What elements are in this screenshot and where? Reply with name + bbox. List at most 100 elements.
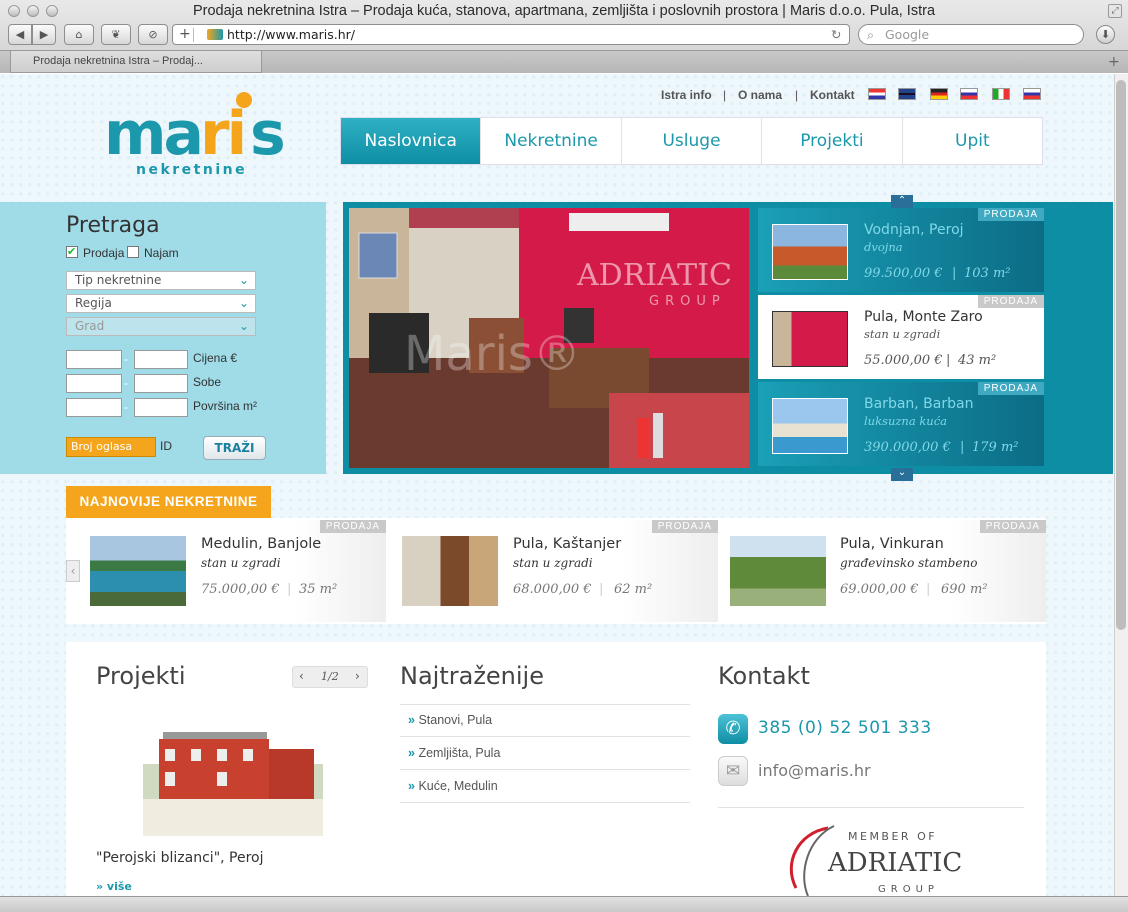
flag-de-icon[interactable]	[930, 88, 948, 100]
slider-item-selected[interactable]: PRODAJA Pula, Monte Zaro stan u zgradi 5…	[758, 295, 1044, 379]
search-button[interactable]: TRAŽI	[203, 436, 266, 460]
property-price: 75.000,00 €	[201, 582, 280, 597]
property-price: 390.000,00 €	[864, 440, 951, 455]
latest-listings-strip: ‹ › PRODAJA Medulin, Banjole stan u zgra…	[66, 518, 1046, 624]
price-separator: |	[926, 582, 931, 597]
property-title: Pula, Vinkuran	[840, 536, 944, 552]
latest-listing-item[interactable]: PRODAJA Pula, Vinkuran građevinsko stamb…	[726, 520, 1046, 622]
close-window-button[interactable]	[8, 5, 20, 17]
nav-nekretnine[interactable]: Nekretnine	[481, 118, 622, 164]
range-dash: -	[124, 376, 128, 390]
chevron-up-icon: ⌃	[897, 195, 907, 206]
rooms-label: Sobe	[193, 375, 222, 389]
slider-up-button[interactable]: ⌃	[891, 195, 913, 208]
featured-main-photo[interactable]: ADRIATIC GROUP Maris®	[349, 208, 749, 468]
contact-email[interactable]: info@maris.hr	[758, 761, 871, 780]
select-property-type[interactable]: Tip nekretnine ⌄	[66, 271, 256, 290]
url-text[interactable]: http://www.maris.hr/	[227, 25, 355, 44]
property-price: 69.000,00 €	[840, 582, 919, 597]
flag-si-icon[interactable]	[960, 88, 978, 100]
nav-usluge[interactable]: Usluge	[622, 118, 763, 164]
property-type: stan u zgradi	[201, 556, 281, 570]
minimize-window-button[interactable]	[27, 5, 39, 17]
tab-active[interactable]: Prodaja nekretnina Istra – Prodaj...	[10, 51, 262, 73]
bookmark-button[interactable]: ❦	[101, 24, 131, 45]
checkbox-prodaja-label: Prodaja	[83, 246, 125, 260]
property-area: 179 m²	[972, 440, 1019, 455]
slider-item[interactable]: PRODAJA Vodnjan, Peroj dvojna 99.500,00 …	[758, 208, 1044, 292]
select-region[interactable]: Regija ⌄	[66, 294, 256, 313]
rooms-max-input[interactable]	[134, 374, 188, 393]
property-type: dvojna	[864, 240, 903, 254]
property-type: građevinsko stambeno	[840, 556, 978, 570]
nav-projekti[interactable]: Projekti	[762, 118, 903, 164]
chevron-right-icon: »	[408, 713, 415, 727]
property-price: 68.000,00 €	[513, 582, 592, 597]
property-thumbnail	[402, 536, 498, 606]
chevron-right-icon: »	[408, 779, 415, 793]
sale-badge: PRODAJA	[977, 295, 1044, 308]
top-link-separator: |	[795, 88, 799, 102]
watermark-maris: Maris®	[404, 326, 581, 382]
latest-listing-item[interactable]: PRODAJA Medulin, Banjole stan u zgradi 7…	[86, 520, 386, 622]
svg-text:ma: ma	[104, 99, 201, 169]
property-type: stan u zgradi	[864, 327, 941, 341]
most-wanted-link[interactable]: » Zemljišta, Pula	[400, 737, 690, 770]
reload-icon[interactable]: ↻	[831, 25, 841, 44]
top-link-istra-info[interactable]: Istra info	[661, 88, 712, 102]
flag-it-icon[interactable]	[992, 88, 1010, 100]
rooms-min-input[interactable]	[66, 374, 122, 393]
downloads-icon[interactable]: ⬇	[1096, 25, 1115, 44]
listing-id-label: ID	[160, 439, 172, 453]
most-wanted-link[interactable]: » Kuće, Medulin	[400, 770, 690, 803]
select-city[interactable]: Grad ⌄	[66, 317, 256, 336]
zoom-window-button[interactable]	[46, 5, 58, 17]
projects-pager: ‹ 1/2 ›	[292, 666, 368, 688]
back-button[interactable]: ◀	[8, 24, 32, 45]
area-min-input[interactable]	[66, 398, 122, 417]
flag-ru-icon[interactable]	[1023, 88, 1041, 100]
slider-down-button[interactable]: ⌄	[891, 468, 913, 481]
scrollbar-thumb[interactable]	[1116, 80, 1126, 630]
next-project-icon[interactable]: ›	[355, 669, 360, 683]
checkbox-prodaja[interactable]: ✔	[66, 246, 78, 258]
contact-phone[interactable]: 385 (0) 52 501 333	[758, 718, 932, 738]
home-button[interactable]: ⌂	[64, 24, 94, 45]
address-bar[interactable]: + http://www.maris.hr/ ↻	[172, 24, 850, 45]
area-max-input[interactable]	[134, 398, 188, 417]
new-tab-icon[interactable]: +	[1108, 54, 1120, 70]
nav-upit[interactable]: Upit	[903, 118, 1042, 164]
property-title: Vodnjan, Peroj	[864, 222, 964, 238]
project-photo[interactable]	[143, 704, 323, 836]
price-min-input[interactable]	[66, 350, 122, 369]
most-wanted-label: Stanovi, Pula	[418, 713, 493, 727]
property-price: 99.500,00 €	[864, 266, 943, 281]
flag-hr-icon[interactable]	[868, 88, 886, 100]
latest-listing-item[interactable]: PRODAJA Pula, Kaštanjer stan u zgradi 68…	[398, 520, 718, 622]
sale-badge: PRODAJA	[977, 208, 1044, 221]
checkbox-najam[interactable]	[127, 246, 139, 258]
contact-title: Kontakt	[718, 662, 810, 690]
block-button[interactable]: ⊘	[138, 24, 168, 45]
slider-item[interactable]: PRODAJA Barban, Barban luksuzna kuća 390…	[758, 382, 1044, 466]
logo[interactable]: ma ri s nekretnine	[104, 92, 294, 182]
listing-id-input[interactable]: Broj oglasa	[66, 437, 156, 457]
prev-project-icon[interactable]: ‹	[299, 669, 304, 683]
most-wanted-link[interactable]: » Stanovi, Pula	[400, 704, 690, 737]
add-bookmark-icon[interactable]: +	[179, 25, 191, 44]
adriatic-group-logo[interactable]: MEMBER OF ADRIATIC GROUP	[778, 818, 968, 896]
top-link-o-nama[interactable]: O nama	[738, 88, 782, 102]
select-city-value: Grad	[75, 319, 105, 333]
fullscreen-icon[interactable]: ⤢	[1108, 4, 1122, 18]
top-link-kontakt[interactable]: Kontakt	[810, 88, 855, 102]
property-title: Medulin, Banjole	[201, 536, 322, 552]
forward-button[interactable]: ▶	[32, 24, 56, 45]
favicon-icon	[207, 29, 223, 40]
projects-more-link[interactable]: » više	[96, 880, 132, 893]
nav-naslovnica[interactable]: Naslovnica	[341, 118, 482, 164]
price-max-input[interactable]	[134, 350, 188, 369]
prev-listing-button[interactable]: ‹	[66, 560, 80, 582]
price-label: Cijena €	[193, 351, 238, 365]
web-search-input[interactable]: ⌕ Google	[858, 24, 1084, 45]
flag-en-icon[interactable]	[898, 88, 916, 100]
